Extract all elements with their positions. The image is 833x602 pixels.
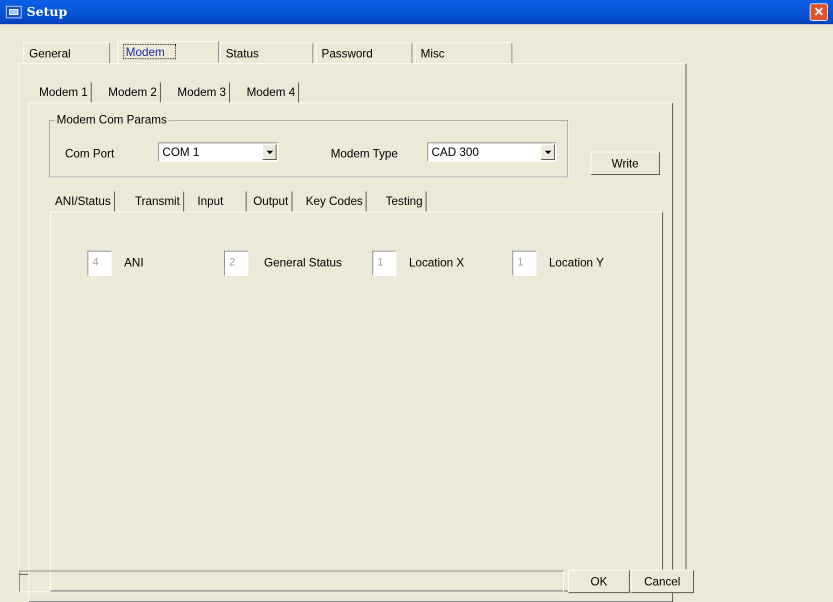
group-legend: Modem Com Params	[54, 112, 169, 126]
tab-label: General	[29, 46, 71, 60]
chevron-down-icon[interactable]	[540, 144, 555, 160]
tab-label: Misc	[420, 46, 445, 60]
tab-label: Key Codes	[305, 194, 363, 208]
location-x-label: Location X	[409, 255, 465, 270]
close-button[interactable]: ✕	[809, 3, 829, 21]
window-frame: Setup ✕ General Modem Status Password Misc M…	[0, 0, 833, 602]
modem-1-panel: Modem Com Params Com Port COM 1 Modem Ty…	[28, 102, 674, 602]
tab-label: Status	[225, 46, 259, 60]
tab-label: Transmit	[134, 194, 180, 208]
cancel-button[interactable]: Cancel	[630, 569, 694, 594]
tab-input[interactable]: Input	[194, 191, 247, 212]
tab-modem-1[interactable]: Modem 1	[36, 82, 92, 103]
ok-button[interactable]: OK	[568, 569, 630, 594]
modem-type-select[interactable]: CAD 300	[427, 142, 557, 162]
title-bar: Setup ✕	[0, 0, 833, 25]
window-title: Setup	[26, 4, 68, 20]
location-x-field[interactable]: 1	[372, 250, 397, 276]
com-port-label: Com Port	[64, 146, 115, 160]
tab-modem-4[interactable]: Modem 4	[243, 82, 300, 103]
app-icon	[5, 5, 22, 19]
com-port-value: COM 1	[162, 144, 200, 159]
ani-field[interactable]: 4	[87, 250, 112, 276]
modem-panel: Modem 1 Modem 2 Modem 3 Modem 4 Modem Co…	[18, 63, 687, 602]
tab-modem-3[interactable]: Modem 3	[174, 82, 231, 103]
tab-testing[interactable]: Testing	[382, 191, 427, 212]
modem-type-label: Modem Type	[330, 146, 398, 160]
tab-ani-status[interactable]: ANI/Status	[52, 191, 115, 212]
close-icon: ✕	[813, 4, 825, 20]
com-port-select[interactable]: COM 1	[158, 142, 279, 162]
tab-label: Testing	[385, 194, 423, 208]
tab-label: Modem 3	[177, 84, 227, 99]
tab-modem-2[interactable]: Modem 2	[105, 82, 162, 103]
tab-label: Password	[321, 46, 373, 60]
status-bar	[19, 570, 564, 593]
general-status-label: General Status	[264, 255, 342, 270]
location-y-label: Location Y	[548, 255, 604, 270]
com-params-group: Modem Com Params Com Port COM 1 Modem Ty…	[49, 112, 569, 178]
tab-transmit[interactable]: Transmit	[132, 191, 185, 212]
tab-modem[interactable]: Modem	[117, 40, 220, 63]
tab-output[interactable]: Output	[250, 191, 293, 212]
tab-misc[interactable]: Misc	[414, 42, 513, 65]
tab-label: Output	[253, 194, 289, 208]
tab-key-codes[interactable]: Key Codes	[302, 191, 367, 212]
tab-password[interactable]: Password	[315, 42, 413, 65]
ani-label: ANI	[124, 255, 144, 270]
tab-label: Modem 2	[108, 84, 157, 99]
write-button[interactable]: Write	[590, 151, 660, 175]
general-status-field[interactable]: 2	[224, 250, 249, 276]
tab-label: ANI/Status	[54, 194, 111, 208]
chevron-down-icon[interactable]	[262, 144, 277, 160]
tab-label: Modem	[123, 44, 176, 60]
tab-label: Modem 4	[246, 84, 296, 99]
tab-general[interactable]: General	[23, 42, 110, 65]
modem-type-value: CAD 300	[431, 144, 479, 159]
tab-status[interactable]: Status	[219, 42, 314, 65]
tab-label: Input	[197, 194, 224, 208]
location-y-field[interactable]: 1	[512, 250, 537, 276]
tab-label: Modem 1	[39, 84, 88, 99]
ani-status-panel: 4 ANI 2 General Status 1 Location X 1 Lo…	[49, 211, 664, 592]
